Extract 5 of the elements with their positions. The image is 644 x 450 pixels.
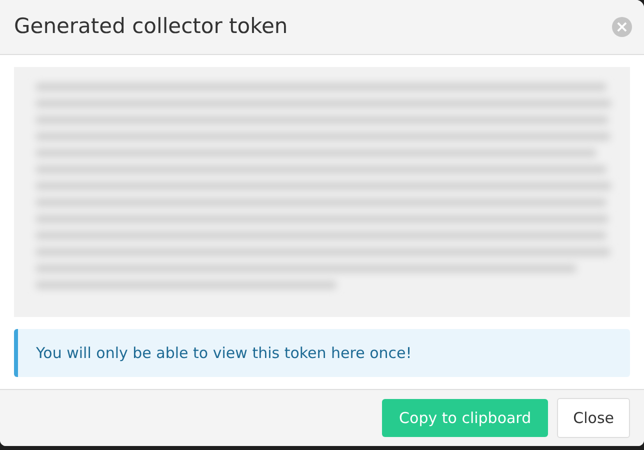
dialog-title: Generated collector token (14, 14, 288, 40)
close-icon[interactable]: × (612, 16, 632, 37)
info-alert: You will only be able to view this token here once! (14, 328, 630, 378)
copy-button[interactable]: Copy to clipboard (382, 398, 548, 438)
close-button[interactable]: Close (557, 398, 630, 438)
